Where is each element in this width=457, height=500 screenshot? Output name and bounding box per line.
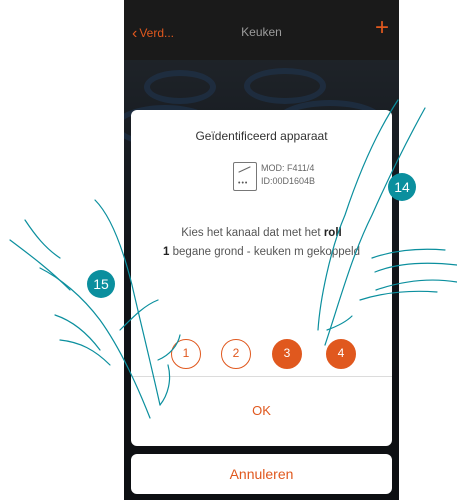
hand-index-finger <box>317 99 399 331</box>
step-badge-14: 14 <box>388 173 416 201</box>
pointing-hands-illustration <box>9 99 457 419</box>
step-badge-15: 15 <box>87 270 115 298</box>
